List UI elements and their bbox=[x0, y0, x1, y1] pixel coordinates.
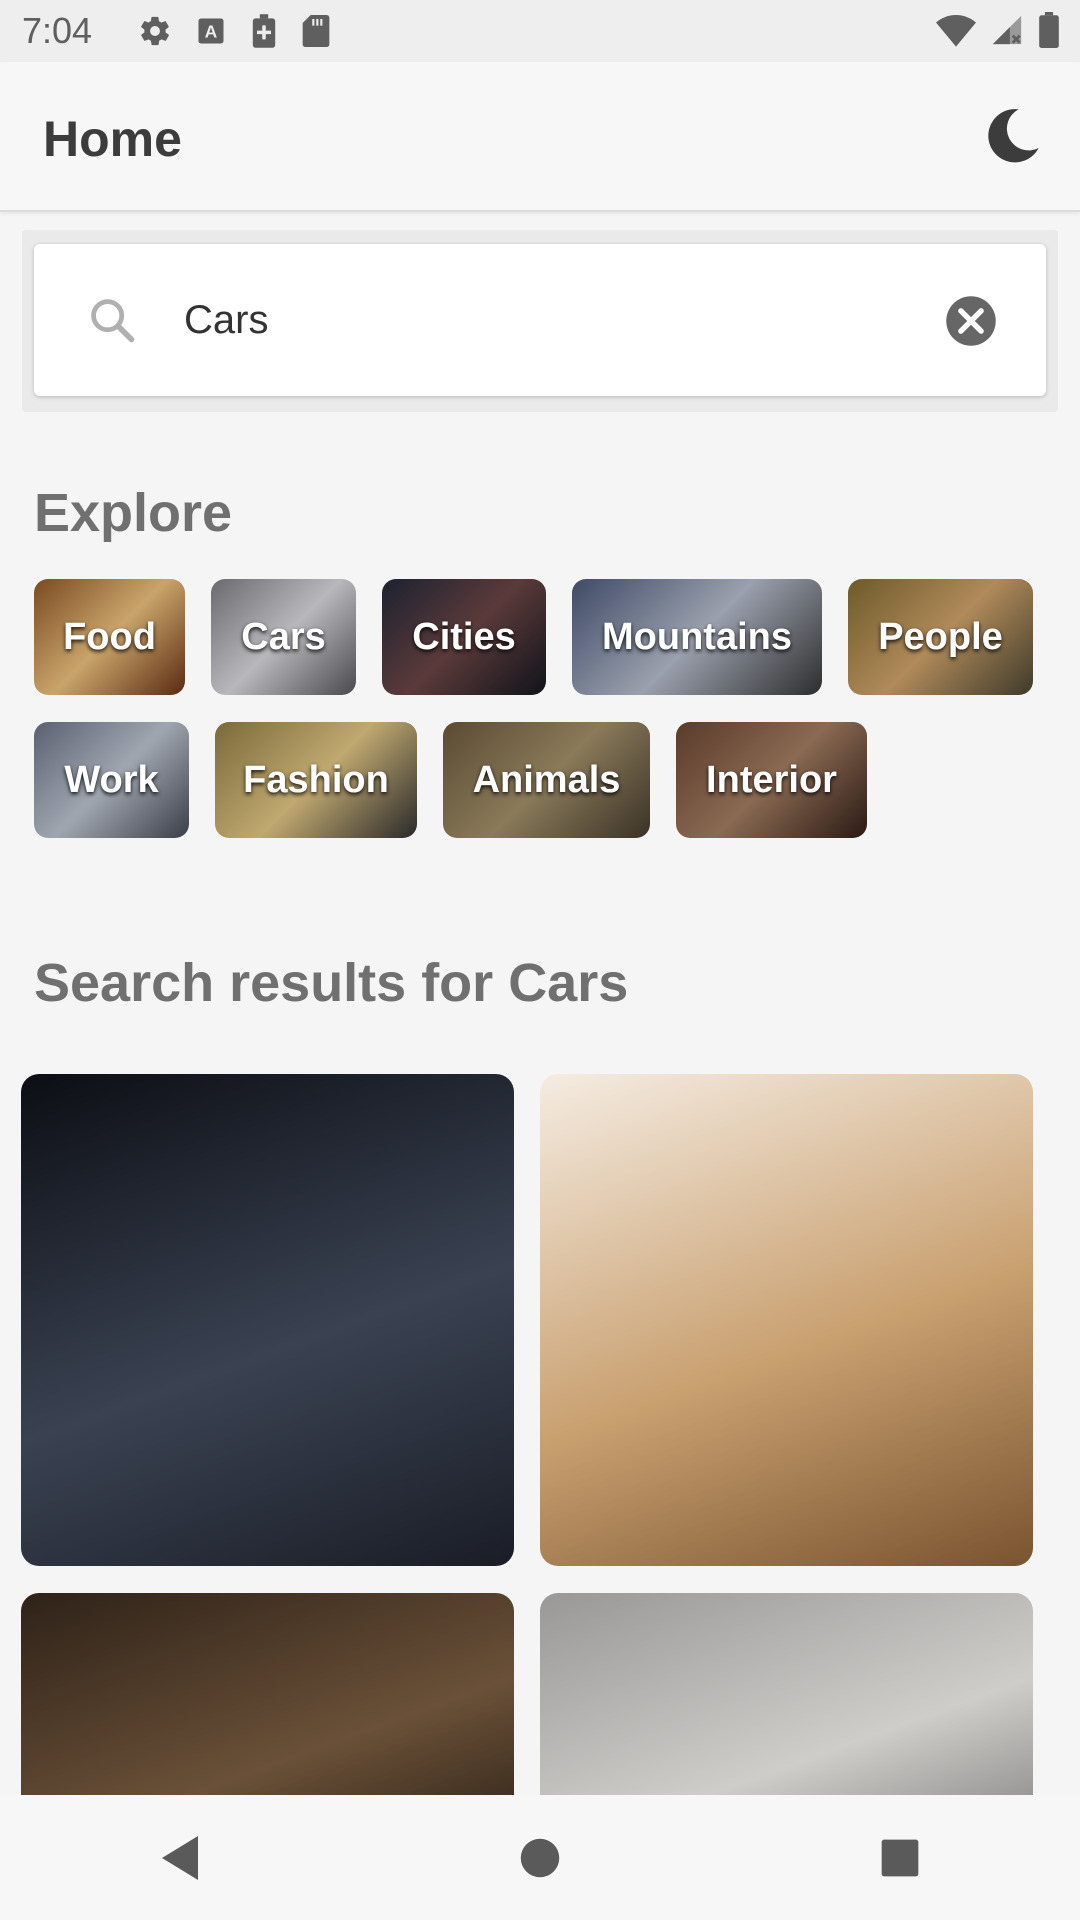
result-image-blue-car-desert[interactable] bbox=[540, 1074, 1033, 1566]
explore-chip-animals[interactable]: Animals bbox=[443, 722, 650, 838]
explore-chip-interior[interactable]: Interior bbox=[676, 722, 867, 838]
back-button[interactable] bbox=[140, 1818, 220, 1898]
explore-title: Explore bbox=[34, 483, 233, 543]
cell-signal-icon bbox=[992, 15, 1022, 45]
app-bar: Home bbox=[0, 62, 1080, 212]
explore-chip-work[interactable]: Work bbox=[34, 722, 189, 838]
a-badge-icon: A bbox=[198, 18, 224, 44]
explore-chip-mountains[interactable]: Mountains bbox=[572, 579, 822, 695]
search-container bbox=[22, 230, 1058, 412]
recents-icon bbox=[881, 1839, 919, 1876]
status-bar: 7:04 A bbox=[0, 0, 1080, 62]
explore-chip-fashion[interactable]: Fashion bbox=[215, 722, 417, 838]
search-icon bbox=[91, 299, 135, 343]
explore-chip-label: Food bbox=[63, 615, 156, 658]
explore-chip-label: Interior bbox=[706, 758, 837, 801]
explore-chip-label: Fashion bbox=[243, 758, 389, 801]
system-nav-bar bbox=[0, 1795, 1080, 1920]
battery-plus-icon bbox=[252, 14, 276, 48]
close-circle-icon bbox=[946, 296, 996, 346]
explore-chip-label: Work bbox=[64, 758, 159, 801]
explore-chip-people[interactable]: People bbox=[848, 579, 1033, 695]
back-icon bbox=[162, 1835, 198, 1880]
status-time: 7:04 bbox=[22, 10, 93, 51]
settings-icon bbox=[141, 16, 169, 46]
battery-icon bbox=[1039, 12, 1059, 48]
explore-chip-food[interactable]: Food bbox=[34, 579, 185, 695]
page-title: Home bbox=[43, 111, 182, 167]
explore-chip-label: Animals bbox=[472, 758, 621, 801]
search-input[interactable] bbox=[184, 288, 944, 352]
results-title: Search results for Cars bbox=[34, 953, 629, 1013]
search-bar[interactable] bbox=[34, 244, 1046, 396]
home-icon bbox=[520, 1838, 560, 1877]
explore-chip-cars[interactable]: Cars bbox=[211, 579, 356, 695]
wifi-icon bbox=[936, 15, 976, 47]
home-button[interactable] bbox=[500, 1818, 580, 1898]
explore-chip-label: Cities bbox=[412, 615, 516, 658]
explore-chip-label: Mountains bbox=[602, 615, 792, 658]
status-icons-left: A bbox=[138, 14, 330, 48]
clear-search-button[interactable] bbox=[944, 294, 998, 348]
status-icons-right bbox=[936, 12, 1060, 48]
sd-card-icon bbox=[302, 15, 330, 47]
explore-chip-label: Cars bbox=[241, 615, 326, 658]
explore-chip-cities[interactable]: Cities bbox=[382, 579, 546, 695]
theme-toggle-button[interactable] bbox=[980, 104, 1044, 168]
moon-icon bbox=[988, 109, 1039, 163]
svg-text:A: A bbox=[205, 21, 218, 41]
result-image-dark-garage-car[interactable] bbox=[21, 1074, 514, 1566]
explore-chip-label: People bbox=[878, 615, 1003, 658]
recents-button[interactable] bbox=[860, 1818, 940, 1898]
